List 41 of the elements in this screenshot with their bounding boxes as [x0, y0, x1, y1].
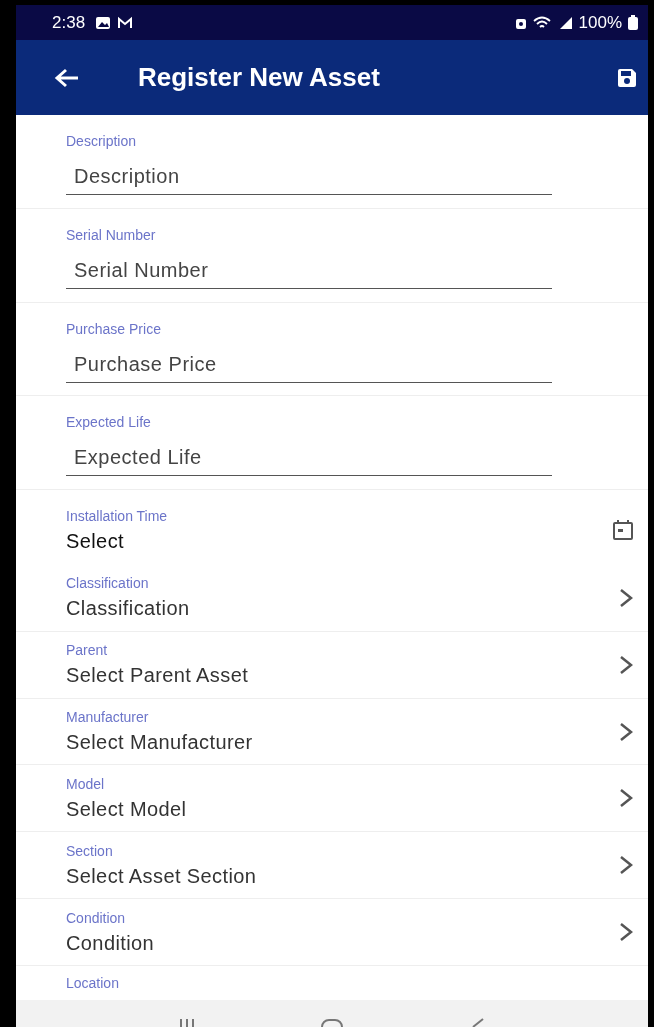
field-label: Model: [66, 775, 106, 792]
chevron-right-icon[interactable]: [618, 921, 634, 944]
field-label: Serial Number: [66, 226, 157, 243]
input-field[interactable]: Description: [66, 159, 552, 195]
mail-icon: [117, 15, 134, 30]
field-label: Manufacturer: [66, 709, 150, 725]
wifi-icon: [532, 15, 553, 30]
chevron-right-icon[interactable]: [618, 720, 634, 743]
picker-value[interactable]: Condition: [66, 931, 618, 955]
picker-value[interactable]: Select Parent Asset: [66, 664, 618, 688]
field-label: Expected Life: [66, 414, 152, 431]
field-label: Description: [66, 133, 138, 149]
calendar-icon[interactable]: [612, 519, 634, 542]
field-label: Purchase Price: [66, 320, 162, 337]
battery-icon: [628, 15, 638, 30]
field-label: Section: [66, 842, 114, 859]
picker-value[interactable]: Classification: [66, 597, 618, 621]
field-label: Installation Time: [66, 508, 169, 524]
input-field[interactable]: Expected Life: [66, 440, 552, 477]
battery-percent: 100%: [578, 12, 622, 33]
input-field[interactable]: Serial Number: [66, 252, 552, 289]
picker-value[interactable]: Select Manufacturer: [66, 731, 618, 754]
chevron-right-icon[interactable]: [618, 653, 634, 676]
signal-icon: [558, 15, 573, 30]
field-label: Parent: [66, 642, 109, 659]
status-time: 2:38: [52, 12, 86, 33]
picker-value[interactable]: Select: [66, 530, 612, 553]
picker-value[interactable]: Select Model: [66, 797, 618, 821]
save-icon[interactable]: [616, 66, 638, 89]
back-arrow-icon[interactable]: [54, 66, 80, 89]
image-icon: [95, 15, 112, 30]
field-label: Location: [66, 974, 119, 991]
field-label: Condition: [66, 909, 127, 926]
field-label: Classification: [66, 575, 150, 592]
picker-value[interactable]: Select Asset Section: [66, 864, 618, 888]
chevron-right-icon[interactable]: [618, 787, 634, 810]
chevron-right-icon[interactable]: [618, 586, 634, 609]
screen-title: Register New Asset: [138, 62, 381, 93]
input-field[interactable]: Purchase Price: [66, 346, 552, 383]
chevron-right-icon[interactable]: [618, 854, 634, 877]
home-icon[interactable]: [318, 1017, 346, 1027]
